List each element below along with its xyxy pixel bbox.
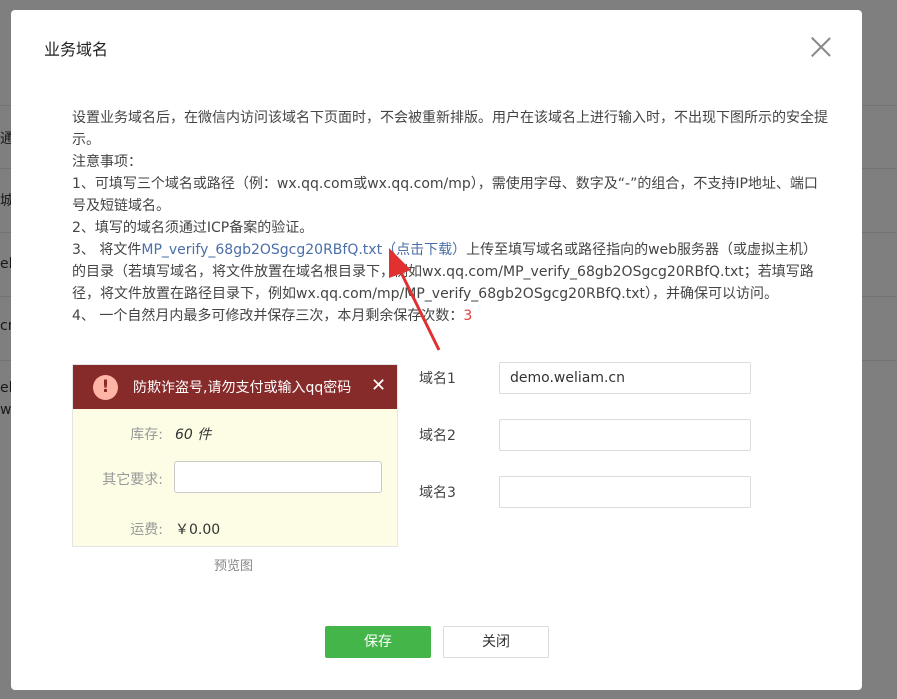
verify-file-link[interactable]: MP_verify_68gb2OSgcg20RBfQ.txt (141, 242, 382, 258)
domain-2-label: 域名2 (419, 428, 456, 444)
domain-2-input[interactable] (499, 419, 751, 451)
domain-1-input[interactable]: demo.weliam.cn (499, 362, 751, 394)
warning-bar: ! 防欺诈盗号,请勿支付或输入qq密码 ✕ (73, 365, 397, 409)
domain-1-label: 域名1 (419, 371, 456, 387)
business-domain-dialog: 业务域名 设置业务域名后，在微信内访问该域名下页面时，不会被重新排版。用户在该域… (11, 10, 862, 690)
other-requirement-label: 其它要求: (102, 472, 163, 488)
note-2: 2、填写的域名须通过ICP备案的验证。 (72, 220, 314, 236)
note-3-prefix: 3、 将文件 (72, 242, 142, 258)
warning-icon: ! (93, 375, 118, 400)
shipping-value: ￥0.00 (175, 522, 221, 538)
stock-value: 60 件 (175, 427, 212, 443)
description-intro: 设置业务域名后，在微信内访问该域名下页面时，不会被重新排版。用户在该域名上进行输… (72, 110, 828, 148)
warning-text: 防欺诈盗号,请勿支付或输入qq密码 (133, 380, 352, 396)
remaining-count: 3 (463, 308, 473, 324)
red-arrow-annotation (389, 248, 441, 351)
save-button[interactable]: 保存 (325, 626, 431, 658)
shipping-label: 运费: (130, 522, 163, 538)
close-icon[interactable] (808, 34, 834, 60)
domain-3-label: 域名3 (419, 485, 456, 501)
close-icon: ✕ (371, 375, 387, 396)
close-button[interactable]: 关闭 (443, 626, 549, 658)
note-1: 1、可填写三个域名或路径（例：wx.qq.com或wx.qq.com/mp），需… (72, 176, 818, 214)
dialog-title: 业务域名 (44, 40, 109, 59)
other-requirement-input (174, 461, 382, 493)
notes-title: 注意事项： (72, 154, 142, 170)
domain-3-input[interactable] (499, 476, 751, 508)
preview-caption: 预览图 (214, 559, 254, 574)
stock-label: 库存: (130, 427, 163, 443)
preview-image: ! 防欺诈盗号,请勿支付或输入qq密码 ✕ 库存: 60 件 其它要求: 运费:… (72, 364, 398, 547)
